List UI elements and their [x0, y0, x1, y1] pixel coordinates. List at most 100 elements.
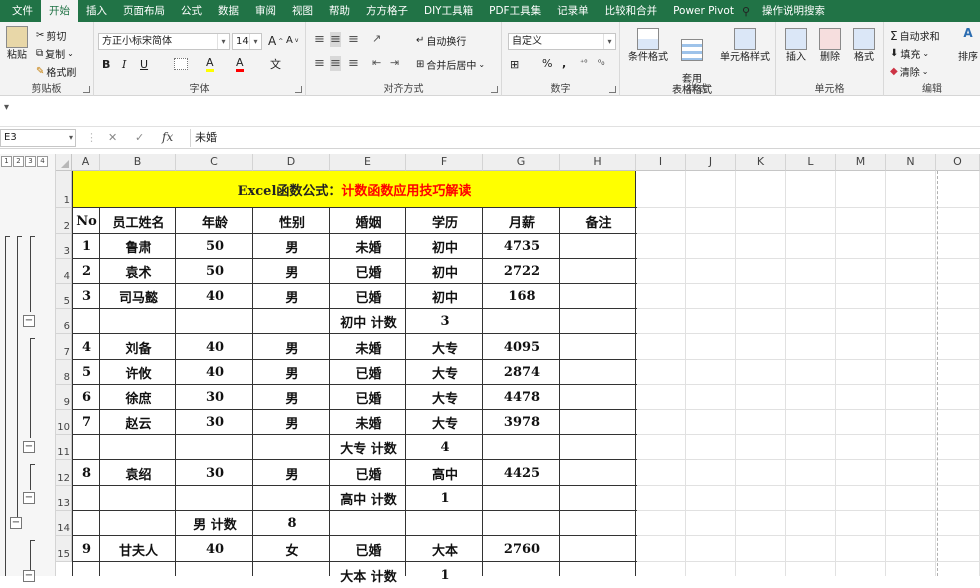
- column-header[interactable]: N: [886, 154, 936, 171]
- number-format-select[interactable]: 自定义 ▾: [508, 33, 616, 50]
- cell[interactable]: [254, 309, 330, 334]
- cell[interactable]: 赵云: [101, 410, 176, 435]
- cell[interactable]: [177, 309, 253, 334]
- insert-function-icon[interactable]: fx: [162, 130, 173, 144]
- autosum-button[interactable]: Σ 自动求和: [890, 28, 940, 44]
- phonetic-button[interactable]: 文: [270, 56, 281, 72]
- cell[interactable]: 3: [407, 309, 483, 334]
- number-launcher-icon[interactable]: [609, 86, 616, 93]
- cell[interactable]: 年龄: [177, 208, 253, 234]
- align-left-icon[interactable]: ≡: [314, 56, 325, 71]
- cell[interactable]: 50: [177, 234, 253, 259]
- cell[interactable]: 已婚: [331, 284, 406, 309]
- row-header[interactable]: 3: [56, 234, 72, 259]
- cell[interactable]: 4425: [484, 460, 560, 486]
- cell[interactable]: [561, 284, 636, 309]
- cell[interactable]: 刘备: [101, 334, 176, 360]
- name-box[interactable]: E3 ▾: [0, 129, 76, 147]
- row-header[interactable]: 1: [56, 171, 72, 208]
- clipboard-launcher-icon[interactable]: [83, 86, 90, 93]
- cell[interactable]: 30: [177, 460, 253, 486]
- row-header[interactable]: 12: [56, 460, 72, 486]
- cell[interactable]: 大专: [407, 334, 483, 360]
- cancel-icon[interactable]: ✕: [108, 131, 117, 144]
- cell[interactable]: [484, 511, 560, 536]
- column-header[interactable]: D: [253, 154, 330, 171]
- cell[interactable]: 初中 计数: [331, 309, 406, 334]
- tab-5[interactable]: 数据: [210, 0, 247, 22]
- format-painter-button[interactable]: ✎ 格式刷: [36, 64, 76, 79]
- cell[interactable]: 2: [73, 259, 100, 284]
- row-header[interactable]: 4: [56, 259, 72, 284]
- cell[interactable]: 员工姓名: [101, 208, 176, 234]
- cell[interactable]: [101, 486, 176, 511]
- align-middle-icon[interactable]: ≡: [330, 32, 341, 47]
- cell[interactable]: [254, 562, 330, 588]
- column-header[interactable]: C: [176, 154, 253, 171]
- cell[interactable]: 大专: [407, 410, 483, 435]
- tab-0[interactable]: 文件: [4, 0, 41, 22]
- tab-10[interactable]: DIY工具箱: [416, 0, 481, 22]
- cell[interactable]: [561, 259, 636, 284]
- cell[interactable]: 3: [73, 284, 100, 309]
- cell[interactable]: 性别: [254, 208, 330, 234]
- cell[interactable]: 袁术: [101, 259, 176, 284]
- cell[interactable]: 168: [484, 284, 560, 309]
- cell[interactable]: 司马懿: [101, 284, 176, 309]
- font-name-select[interactable]: 方正小标宋简体 ▾: [98, 33, 230, 50]
- cell[interactable]: 男 计数: [177, 511, 253, 536]
- tab-13[interactable]: 比较和合并: [597, 0, 666, 22]
- row-header[interactable]: 6: [56, 309, 72, 334]
- percent-button[interactable]: %: [542, 57, 552, 70]
- cell[interactable]: 已婚: [331, 259, 406, 284]
- cell[interactable]: 7: [73, 410, 100, 435]
- row-header[interactable]: 13: [56, 486, 72, 511]
- cell[interactable]: 未婚: [331, 334, 406, 360]
- cell[interactable]: 40: [177, 284, 253, 309]
- cell[interactable]: 大本 计数: [331, 562, 406, 588]
- alignment-launcher-icon[interactable]: [491, 86, 498, 93]
- cell[interactable]: 男: [254, 360, 330, 385]
- tab-3[interactable]: 页面布局: [115, 0, 173, 22]
- clear-button[interactable]: ◆ 清除 ⌄: [890, 64, 928, 79]
- bold-button[interactable]: B: [102, 58, 110, 71]
- cell[interactable]: 备注: [561, 208, 636, 234]
- fill-color-button[interactable]: A: [206, 56, 214, 72]
- row-header[interactable]: 5: [56, 284, 72, 309]
- cell[interactable]: 男: [254, 385, 330, 410]
- column-header[interactable]: K: [736, 154, 786, 171]
- cell[interactable]: 大专: [407, 385, 483, 410]
- cell[interactable]: 女: [254, 536, 330, 562]
- cell[interactable]: 男: [254, 410, 330, 435]
- font-size-select[interactable]: 14 ▾: [232, 33, 262, 50]
- enter-icon[interactable]: ✓: [135, 131, 144, 144]
- column-header[interactable]: F: [406, 154, 483, 171]
- delete-cells-button[interactable]: 删除: [814, 28, 846, 63]
- italic-button[interactable]: I: [122, 58, 126, 71]
- column-header[interactable]: M: [836, 154, 886, 171]
- row-header[interactable]: 7: [56, 334, 72, 360]
- comma-button[interactable]: ,: [562, 57, 566, 70]
- cell[interactable]: 30: [177, 385, 253, 410]
- cell[interactable]: No: [73, 208, 100, 234]
- font-grow-button[interactable]: A ^: [268, 34, 283, 48]
- cell[interactable]: [561, 460, 636, 486]
- cell[interactable]: 大专: [407, 360, 483, 385]
- tab-7[interactable]: 视图: [284, 0, 321, 22]
- cell[interactable]: 4: [407, 435, 483, 460]
- row-header[interactable]: 11: [56, 435, 72, 460]
- collapse-group-icon[interactable]: −: [23, 315, 35, 327]
- cell[interactable]: 30: [177, 410, 253, 435]
- cell[interactable]: 4478: [484, 385, 560, 410]
- cell[interactable]: 男: [254, 460, 330, 486]
- cell[interactable]: 40: [177, 334, 253, 360]
- cell[interactable]: [254, 486, 330, 511]
- cell[interactable]: 8: [254, 511, 330, 536]
- cell[interactable]: 已婚: [331, 360, 406, 385]
- tab-1[interactable]: 开始: [41, 0, 78, 22]
- cell[interactable]: [561, 385, 636, 410]
- merge-center-button[interactable]: ⊞ 合并后居中 ⌄: [416, 57, 485, 72]
- cell[interactable]: 高中: [407, 460, 483, 486]
- paste-button[interactable]: 粘贴: [4, 26, 30, 61]
- cell[interactable]: 男: [254, 334, 330, 360]
